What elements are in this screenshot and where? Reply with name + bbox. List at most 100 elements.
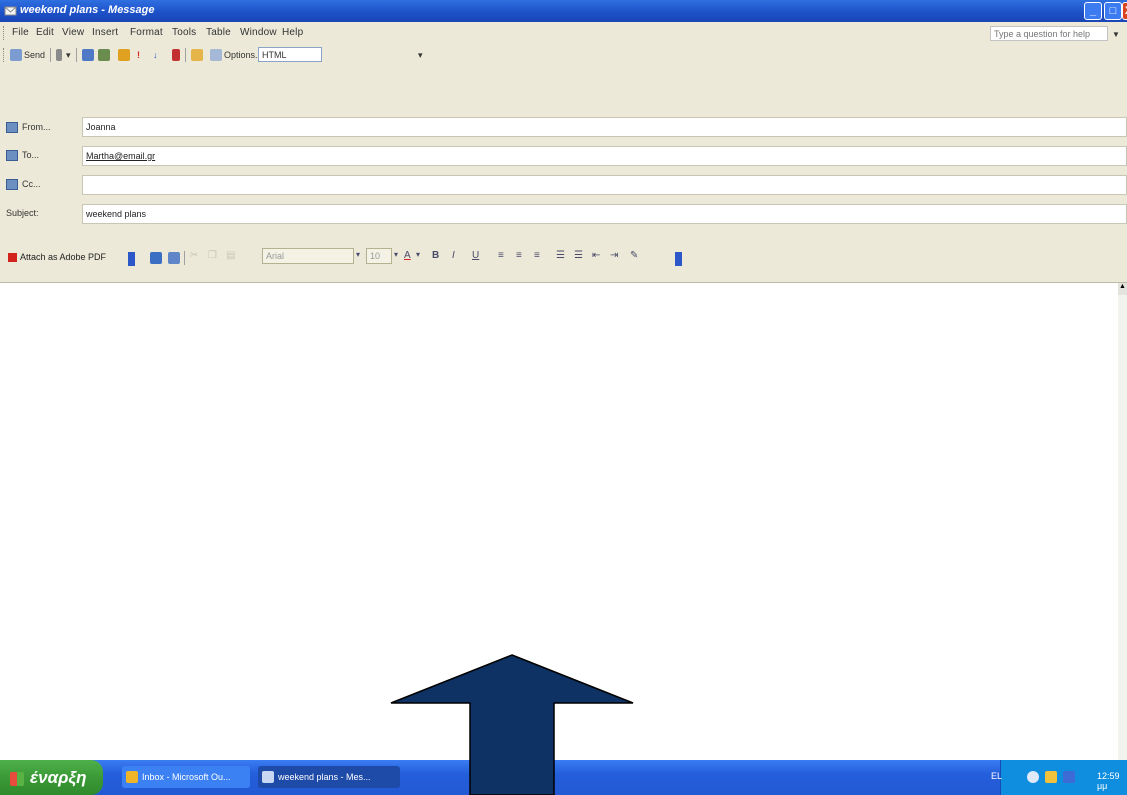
cc-field[interactable] [82,175,1127,195]
align-right-icon[interactable]: ≡ [534,250,540,261]
address-book-icon[interactable] [82,49,94,61]
low-importance-icon[interactable]: ↓ [153,48,158,62]
network-icon[interactable] [1027,771,1039,783]
options-icon [210,49,222,61]
menu-file[interactable]: File [12,27,29,38]
bold-button[interactable]: B [432,250,439,261]
size-dropdown-icon[interactable]: ▾ [394,250,398,259]
check-names-icon[interactable] [98,49,110,61]
to-label: To... [22,150,40,160]
to-button[interactable]: To... [6,146,39,164]
paste-icon[interactable]: ▤ [226,250,235,261]
taskbar-item-label: Inbox - Microsoft Ou... [142,772,231,782]
options-button[interactable]: Options... [224,48,263,62]
minimize-button[interactable]: _ [1084,2,1102,20]
cc-label: Cc... [22,179,41,189]
flag-icon[interactable] [172,49,180,61]
start-label: έναρξη [30,768,87,787]
address-book-icon [6,150,18,162]
numbered-list-icon[interactable]: ☰ [556,250,565,261]
window-title: weekend plans - Message [20,4,155,16]
font-color-dropdown-icon[interactable]: ▾ [416,250,420,259]
menu-insert[interactable]: Insert [92,27,118,38]
menu-table[interactable]: Table [206,27,231,38]
send-button[interactable]: Send [24,48,45,62]
italic-button[interactable]: I [452,250,455,261]
permissions-icon[interactable] [191,49,203,61]
save-icon[interactable] [150,252,162,264]
to-recipient[interactable]: Martha@email.gr [86,151,155,161]
up-arrow-annotation [390,654,634,795]
decrease-indent-icon[interactable]: ⇤ [592,250,600,261]
font-color-button[interactable]: A [404,250,411,261]
taskbar-item-message[interactable]: weekend plans - Mes... [258,766,400,788]
clock: 12:59 μμ [1097,771,1120,791]
taskbar-item-inbox[interactable]: Inbox - Microsoft Ou... [122,766,250,788]
toolbar-options-button[interactable] [128,252,135,266]
to-field[interactable]: Martha@email.gr [82,146,1127,166]
toolbar-separator [185,48,186,62]
menu-tools[interactable]: Tools [172,27,196,38]
windows-logo-icon [10,771,24,786]
menu-format[interactable]: Format [130,27,163,38]
message-icon [262,771,274,783]
menu-help[interactable]: Help [282,27,303,38]
toolbar-separator [76,48,77,62]
menu-edit[interactable]: Edit [36,27,54,38]
align-left-icon[interactable]: ≡ [498,250,504,261]
help-dropdown-icon[interactable]: ▼ [1112,30,1120,39]
font-dropdown-icon[interactable]: ▾ [356,250,360,259]
close-button[interactable]: X [1122,2,1127,20]
send-icon [10,49,22,61]
envelope-icon [4,6,17,16]
vertical-scrollbar[interactable] [1118,283,1127,760]
send-icon[interactable] [168,252,180,264]
from-button[interactable]: From... [6,118,51,136]
menu-window[interactable]: Window [240,27,277,38]
system-tray: EL 12:59 μμ [991,760,1127,795]
high-importance-icon[interactable]: ! [137,48,140,62]
help-search-input[interactable]: Type a question for help [990,26,1108,41]
increase-indent-icon[interactable]: ⇥ [610,250,618,261]
messenger-icon[interactable] [1063,771,1075,783]
cut-icon[interactable]: ✂ [190,250,198,261]
title-bar: weekend plans - Message _ □ X [0,0,1127,22]
attach-dropdown-icon[interactable]: ▾ [66,48,71,62]
cc-button[interactable]: Cc... [6,175,41,193]
underline-button[interactable]: U [472,250,479,261]
start-button[interactable]: έναρξη [0,760,103,795]
from-field[interactable]: Joanna [82,117,1127,137]
menu-grip[interactable] [3,26,7,40]
language-indicator[interactable]: EL [991,771,1002,781]
toolbar-options-button[interactable] [675,252,682,266]
attach-as-pdf-label: Attach as Adobe PDF [20,252,107,262]
standard-toolbar: Send ▾ ! ↓ Options... ▾ ▾ [0,44,1127,67]
menu-view[interactable]: View [62,27,84,38]
subject-label: Subject: [6,208,39,218]
subject-field[interactable]: weekend plans [82,204,1127,224]
font-select[interactable]: Arial [262,248,354,264]
copy-icon[interactable]: ❐ [208,250,217,261]
format-dropdown-icon[interactable]: ▾ [418,48,423,62]
toolbar-separator [184,251,185,265]
align-center-icon[interactable]: ≡ [516,250,522,261]
maximize-button[interactable]: □ [1104,2,1122,20]
address-book-icon [6,122,18,134]
toolbar-grip[interactable] [3,48,7,62]
scroll-up-icon[interactable]: ▲ [1118,283,1127,295]
pdf-icon [8,253,17,263]
taskbar-item-label: weekend plans - Mes... [278,772,371,782]
font-size-select[interactable]: 10 [366,248,392,264]
message-format-select[interactable]: HTML [258,47,322,62]
attach-icon[interactable] [56,49,62,61]
highlight-icon[interactable]: ✎ [630,250,638,261]
address-book-icon [6,179,18,191]
insert-file-icon[interactable] [118,49,130,61]
menu-bar: File Edit View Insert Format Tools Table… [0,22,1127,45]
toolbar-separator [50,48,51,62]
formatting-toolbar: Attach as Adobe PDF ✂ ❐ ▤ Arial ▾ 10 ▾ A… [0,242,1127,283]
bullet-list-icon[interactable]: ☰ [574,250,583,261]
security-icon[interactable] [1045,771,1057,783]
outlook-icon [126,771,138,783]
attach-as-pdf-button[interactable]: Attach as Adobe PDF [8,249,106,265]
